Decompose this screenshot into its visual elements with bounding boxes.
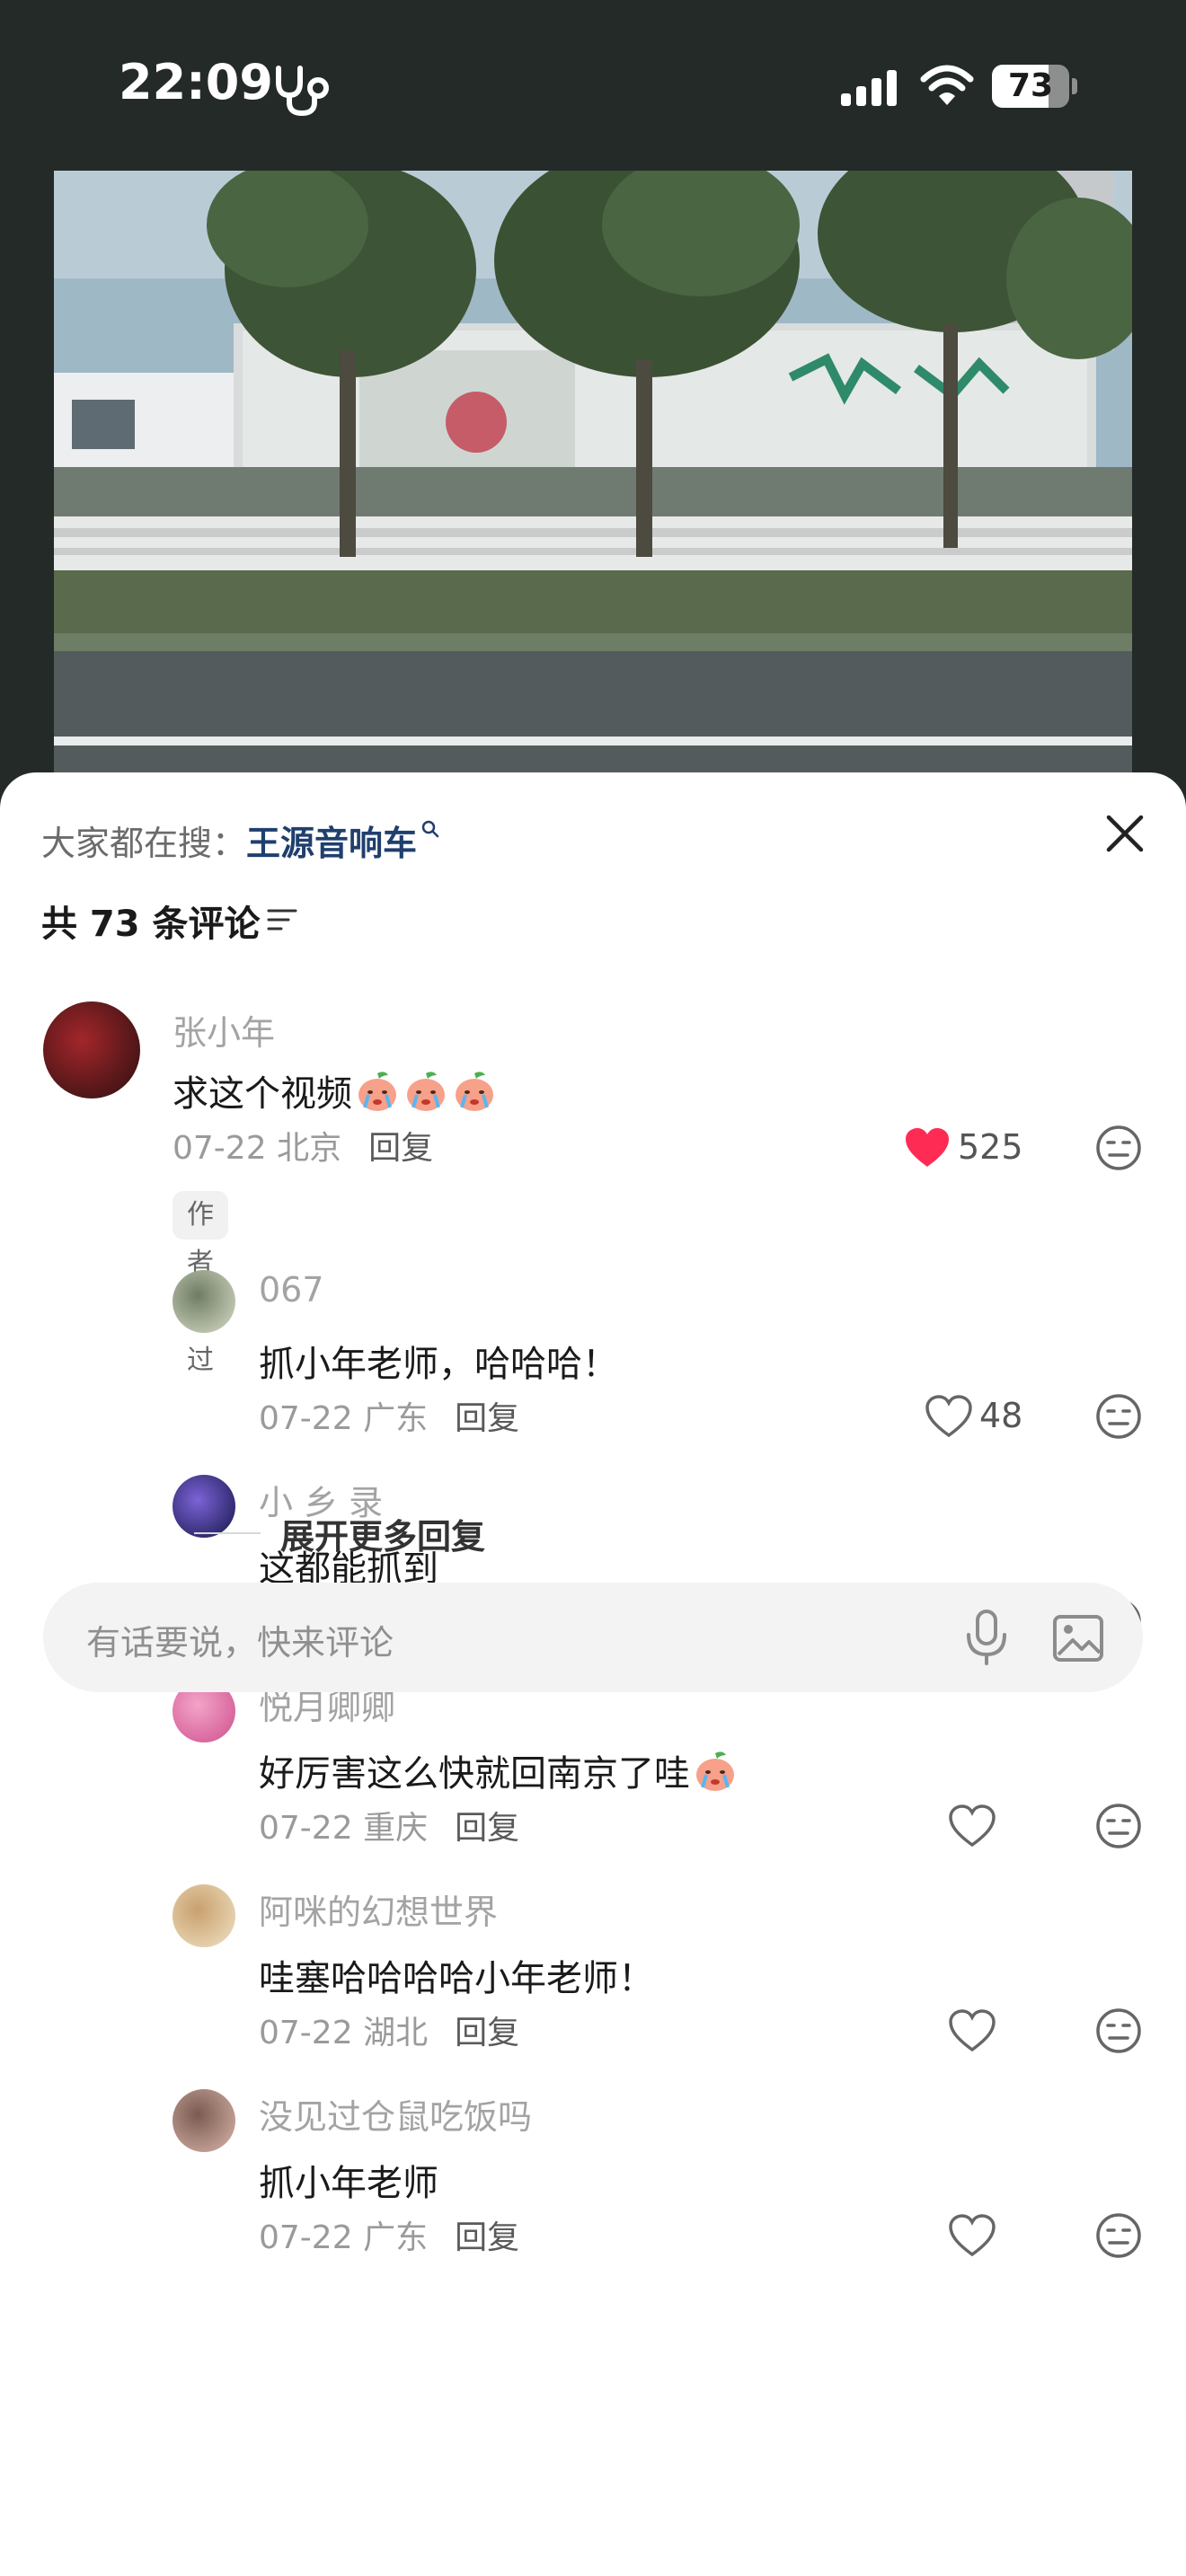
mic-icon[interactable] [961, 1608, 1012, 1667]
battery-percent: 73 [1007, 67, 1054, 104]
author-liked-badge: 作者赞过 [173, 1191, 228, 1376]
reply-button[interactable]: 回复 [455, 1400, 519, 1437]
comment-text-content: 求这个视频 [173, 1073, 352, 1115]
dislike-icon[interactable] [1094, 2007, 1143, 2055]
comment-text: 抓小年老师，哈哈哈！ [259, 1335, 618, 1387]
comment-location: 湖北 [363, 2015, 429, 2051]
comment-text-content: 抓小年老师 [259, 2163, 438, 2204]
avatar[interactable] [173, 2089, 235, 2152]
comment-meta: 07-22 北京 回复 [173, 1122, 433, 1169]
heart-icon[interactable] [947, 2008, 997, 2053]
crying-peach-emoji-icon [407, 1072, 445, 1111]
video-still [54, 171, 1132, 772]
comment-username[interactable]: 没见过仓鼠吃饭吗 [259, 2089, 532, 2139]
search-suggestion[interactable]: 大家都在搜：王源音响车 [41, 816, 440, 865]
dislike-icon[interactable] [1094, 1802, 1143, 1850]
wifi-icon [920, 65, 974, 105]
comment-meta: 07-22 重庆 回复 [259, 1802, 519, 1848]
crying-peach-emoji-icon [358, 1072, 396, 1111]
video-player[interactable] [54, 171, 1132, 772]
comment-text-content: 好厉害这么快就回南京了哇 [259, 1753, 690, 1795]
expand-divider [194, 1532, 261, 1534]
comment-username[interactable]: 067 [259, 1270, 324, 1310]
comment-username[interactable]: 张小年 [173, 1005, 275, 1054]
comment-location: 广东 [363, 2219, 429, 2256]
avatar[interactable] [173, 1475, 235, 1538]
comment-location: 重庆 [363, 1810, 429, 1847]
heart-icon[interactable] [902, 1125, 952, 1170]
comment-text: 抓小年老师 [259, 2154, 438, 2206]
avatar[interactable] [173, 1270, 235, 1333]
like-count: 525 [958, 1127, 1023, 1167]
sort-icon[interactable] [266, 907, 298, 934]
dislike-icon[interactable] [1094, 1392, 1143, 1441]
crying-peach-emoji-icon [696, 1751, 734, 1791]
comment-location: 广东 [363, 1400, 429, 1437]
comment-text-content: 抓小年老师，哈哈哈！ [259, 1344, 618, 1385]
comment-text-content: 哇塞哈哈哈哈小年老师！ [259, 1958, 654, 1999]
comment-text: 好厉害这么快就回南京了哇 [259, 1744, 739, 1796]
avatar[interactable] [173, 1884, 235, 1947]
battery-indicator: 73 [992, 65, 1078, 108]
reply-button[interactable]: 回复 [368, 1130, 433, 1167]
comment-text: 求这个视频 [173, 1064, 498, 1116]
comment-date: 07-22 [259, 1810, 353, 1847]
stethoscope-icon [276, 66, 329, 117]
comment-date: 07-22 [173, 1130, 267, 1167]
search-term-link[interactable]: 王源音响车 [246, 824, 417, 863]
reply-button[interactable]: 回复 [455, 2219, 519, 2256]
crying-peach-emoji-icon [456, 1072, 493, 1111]
heart-icon[interactable] [924, 1394, 974, 1439]
heart-icon[interactable] [947, 1804, 997, 1848]
reply-button[interactable]: 回复 [455, 1810, 519, 1847]
status-bar: 22:09 73 [0, 0, 1186, 171]
comment-date: 07-22 [259, 2015, 353, 2051]
comment-location: 北京 [277, 1130, 342, 1167]
like-count: 48 [979, 1396, 1023, 1435]
comment-username[interactable]: 阿咪的幻想世界 [259, 1884, 498, 1934]
search-icon [421, 820, 439, 838]
comment-date: 07-22 [259, 1400, 353, 1437]
signal-icon [841, 70, 897, 106]
avatar[interactable] [43, 1001, 140, 1098]
comment-input-placeholder: 有话要说，快来评论 [86, 1623, 394, 1663]
search-hint-label: 大家都在搜： [41, 824, 247, 863]
comment-text: 哇塞哈哈哈哈小年老师！ [259, 1949, 654, 2001]
image-icon[interactable] [1051, 1613, 1105, 1663]
close-icon[interactable] [1100, 808, 1150, 859]
expand-more-replies[interactable]: 展开更多回复 [280, 1509, 485, 1558]
comment-meta: 07-22 湖北 回复 [259, 2007, 519, 2053]
comment-count: 共 73 条评论 [41, 904, 261, 945]
comment-input-bar[interactable]: 有话要说，快来评论 [43, 1583, 1143, 1692]
comment-meta: 07-22 广东 回复 [259, 1392, 519, 1439]
heart-icon[interactable] [947, 2213, 997, 2258]
comment-meta: 07-22 广东 回复 [259, 2211, 519, 2258]
dislike-icon[interactable] [1094, 1124, 1143, 1172]
status-time: 22:09 [119, 54, 273, 110]
comment-date: 07-22 [259, 2219, 353, 2256]
dislike-icon[interactable] [1094, 2211, 1143, 2260]
reply-button[interactable]: 回复 [455, 2015, 519, 2051]
